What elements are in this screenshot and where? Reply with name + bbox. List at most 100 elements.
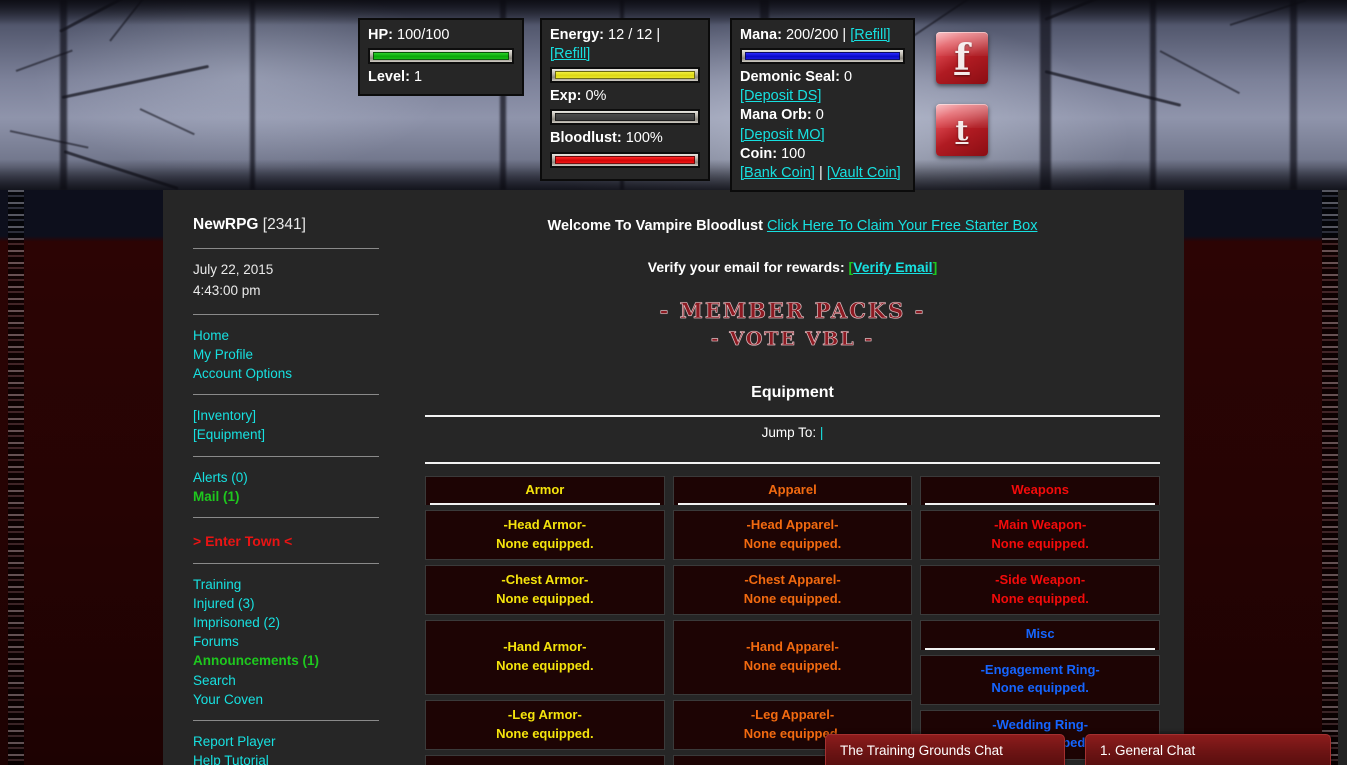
sidebar-item-announcements[interactable]: Announcements (1) xyxy=(193,651,379,670)
jump-to-label: Jump To: xyxy=(761,425,817,440)
equipment-slot[interactable]: -Main Weapon- None equipped. xyxy=(920,510,1161,561)
equipment-slot-status: None equipped. xyxy=(496,535,594,551)
sidebar-item-home[interactable]: Home xyxy=(193,326,379,345)
mana-value: 200/200 xyxy=(785,27,839,43)
vault-coin-link[interactable]: [Vault Coin] xyxy=(827,165,901,181)
bank-coin-link[interactable]: [Bank Coin] xyxy=(740,165,815,181)
equipment-slot[interactable]: -Foot Armor-None equipped. xyxy=(425,755,665,765)
level-label: Level: xyxy=(368,69,410,86)
equipment-slot[interactable]: -Hand Armor- None equipped. xyxy=(425,620,665,696)
bloodlust-bar xyxy=(550,151,700,168)
sidebar-item-alerts[interactable]: Alerts (0) xyxy=(193,468,379,487)
site-title: NewRPG [2341] xyxy=(193,216,379,234)
chat-tab-general[interactable]: 1. General Chat xyxy=(1085,734,1331,765)
energy-stat-panel: Energy: 12 / 12 | [Refill] Exp: 0% Blood… xyxy=(540,18,710,181)
demonic-seal-value: 0 xyxy=(843,69,853,86)
equipment-slot[interactable]: -Head Armor- None equipped. xyxy=(425,510,665,561)
equipment-slot[interactable]: -Side Weapon- None equipped. xyxy=(920,565,1161,616)
equipment-slot-name: -Wedding Ring- xyxy=(992,716,1089,732)
exp-row: Exp: 0% xyxy=(550,87,700,106)
divider xyxy=(193,248,379,249)
sidebar-item-your-coven[interactable]: Your Coven xyxy=(193,690,379,709)
equipment-slot-name: -Head Apparel- xyxy=(746,517,839,533)
left-background-panel xyxy=(0,190,163,765)
main-wrapper: NewRPG [2341] July 22, 2015 4:43:00 pm H… xyxy=(163,190,1184,765)
equipment-slot[interactable]: -Engagement Ring- None equipped. xyxy=(920,654,1161,705)
divider xyxy=(193,562,379,564)
equipment-slot-status: None equipped. xyxy=(496,590,594,606)
hp-label: HP: xyxy=(368,27,393,43)
deposit-ds-link[interactable]: [Deposit DS] xyxy=(740,88,821,104)
mana-refill-link[interactable]: [Refill] xyxy=(850,27,890,43)
chat-tab-training-grounds[interactable]: The Training Grounds Chat xyxy=(825,734,1065,765)
mana-orb-row: Mana Orb: 0 xyxy=(740,106,905,125)
verify-bracket-close: ] xyxy=(932,259,938,275)
sidebar-item-equipment[interactable]: [Equipment] xyxy=(193,425,379,444)
equipment-slot-name: -Leg Armor- xyxy=(507,707,582,723)
equipment-slot-name: -Chest Armor- xyxy=(501,572,589,588)
hp-row: HP: 100/100 xyxy=(368,26,514,45)
jump-to-cursor: | xyxy=(819,425,824,440)
right-border-texture xyxy=(1322,190,1338,765)
equipment-column: Weapons -Main Weapon- None equipped. -Side … xyxy=(920,476,1161,765)
verify-email-notice: Verify your email for rewards: [Verify E… xyxy=(425,259,1160,275)
sidebar-item-my-profile[interactable]: My Profile xyxy=(193,345,379,364)
starter-box-link[interactable]: Click Here To Claim Your Free Starter Bo… xyxy=(767,218,1038,234)
sidebar-item-injured[interactable]: Injured (3) xyxy=(193,594,379,613)
vote-vbl-link[interactable]: - VOTE VBL - xyxy=(425,328,1160,351)
sidebar-item-account-options[interactable]: Account Options xyxy=(193,364,379,383)
chat-tab-label: The Training Grounds Chat xyxy=(840,742,1003,758)
deposit-mo-link[interactable]: [Deposit MO] xyxy=(740,127,825,143)
equipment-slot-name: -Main Weapon- xyxy=(994,517,1087,533)
equipment-slot[interactable]: -Head Apparel- None equipped. xyxy=(672,510,913,561)
energy-label: Energy: xyxy=(550,27,604,43)
equipment-column: Apparel -Head Apparel- None equipped. -Ches… xyxy=(672,476,913,765)
facebook-icon[interactable]: f xyxy=(936,32,988,84)
nav-group-help: Report Player Help Tutorial The Game Rul… xyxy=(193,732,379,765)
right-gutter xyxy=(1338,190,1347,765)
divider xyxy=(193,719,379,721)
equipment-slot[interactable]: -Chest Apparel- None equipped. xyxy=(672,565,913,616)
exp-bar xyxy=(550,109,700,126)
current-date: July 22, 2015 xyxy=(193,262,274,277)
energy-bar xyxy=(550,67,700,84)
divider xyxy=(193,516,379,518)
coin-links: [Bank Coin] | [Vault Coin] xyxy=(740,164,905,183)
equipment-slot[interactable]: -Chest Armor- None equipped. xyxy=(425,565,665,616)
verify-email-link[interactable]: Verify Email xyxy=(853,259,932,275)
mana-bar xyxy=(740,48,905,65)
sidebar-item-report-player[interactable]: Report Player xyxy=(193,732,379,751)
sidebar-item-search[interactable]: Search xyxy=(193,671,379,690)
exp-value: 0% xyxy=(585,88,607,105)
nav-group-world: Training Injured (3) Imprisoned (2) Foru… xyxy=(193,575,379,709)
mana-label: Mana: xyxy=(740,27,782,43)
member-packs-link[interactable]: - MEMBER PACKS - xyxy=(425,298,1160,324)
equipment-slot-status: None equipped. xyxy=(991,590,1089,606)
sidebar-item-forums[interactable]: Forums xyxy=(193,632,379,651)
coin-separator: | xyxy=(819,164,823,181)
divider xyxy=(193,455,379,457)
equipment-column-header: Armor xyxy=(425,476,665,506)
equipment-column-header-label: Armor xyxy=(525,482,565,497)
coin-row: Coin: 100 xyxy=(740,145,905,164)
energy-refill-link[interactable]: [Refill] xyxy=(550,46,590,62)
mana-orb-label: Mana Orb: xyxy=(740,107,812,124)
coin-value: 100 xyxy=(781,145,806,162)
equipment-slot[interactable]: -Hand Apparel- None equipped. xyxy=(672,620,913,696)
twitter-icon[interactable]: t xyxy=(936,104,988,156)
mana-separator: | xyxy=(842,27,847,43)
sidebar-item-inventory[interactable]: [Inventory] xyxy=(193,406,379,425)
sidebar-item-help-tutorial[interactable]: Help Tutorial xyxy=(193,751,379,765)
sidebar-item-imprisoned[interactable]: Imprisoned (2) xyxy=(193,613,379,632)
sidebar-item-training[interactable]: Training xyxy=(193,575,379,594)
sidebar-item-enter-town[interactable]: > Enter Town < xyxy=(193,529,379,555)
equipment-slot[interactable]: -Leg Armor- None equipped. xyxy=(425,700,665,751)
mana-row: Mana: 200/200 | [Refill] xyxy=(740,26,905,45)
mana-stat-panel: Mana: 200/200 | [Refill] Demonic Seal: 0… xyxy=(730,18,915,192)
nav-group-messages: Alerts (0) Mail (1) xyxy=(193,468,379,506)
equipment-slot-status: None equipped. xyxy=(743,657,842,673)
sidebar-item-mail[interactable]: Mail (1) xyxy=(193,487,379,506)
nav-group-items: [Inventory] [Equipment] xyxy=(193,406,379,444)
header-underline xyxy=(925,503,1156,506)
equipment-column: Armor -Head Armor- None equipped. -Chest Ar… xyxy=(425,476,665,765)
